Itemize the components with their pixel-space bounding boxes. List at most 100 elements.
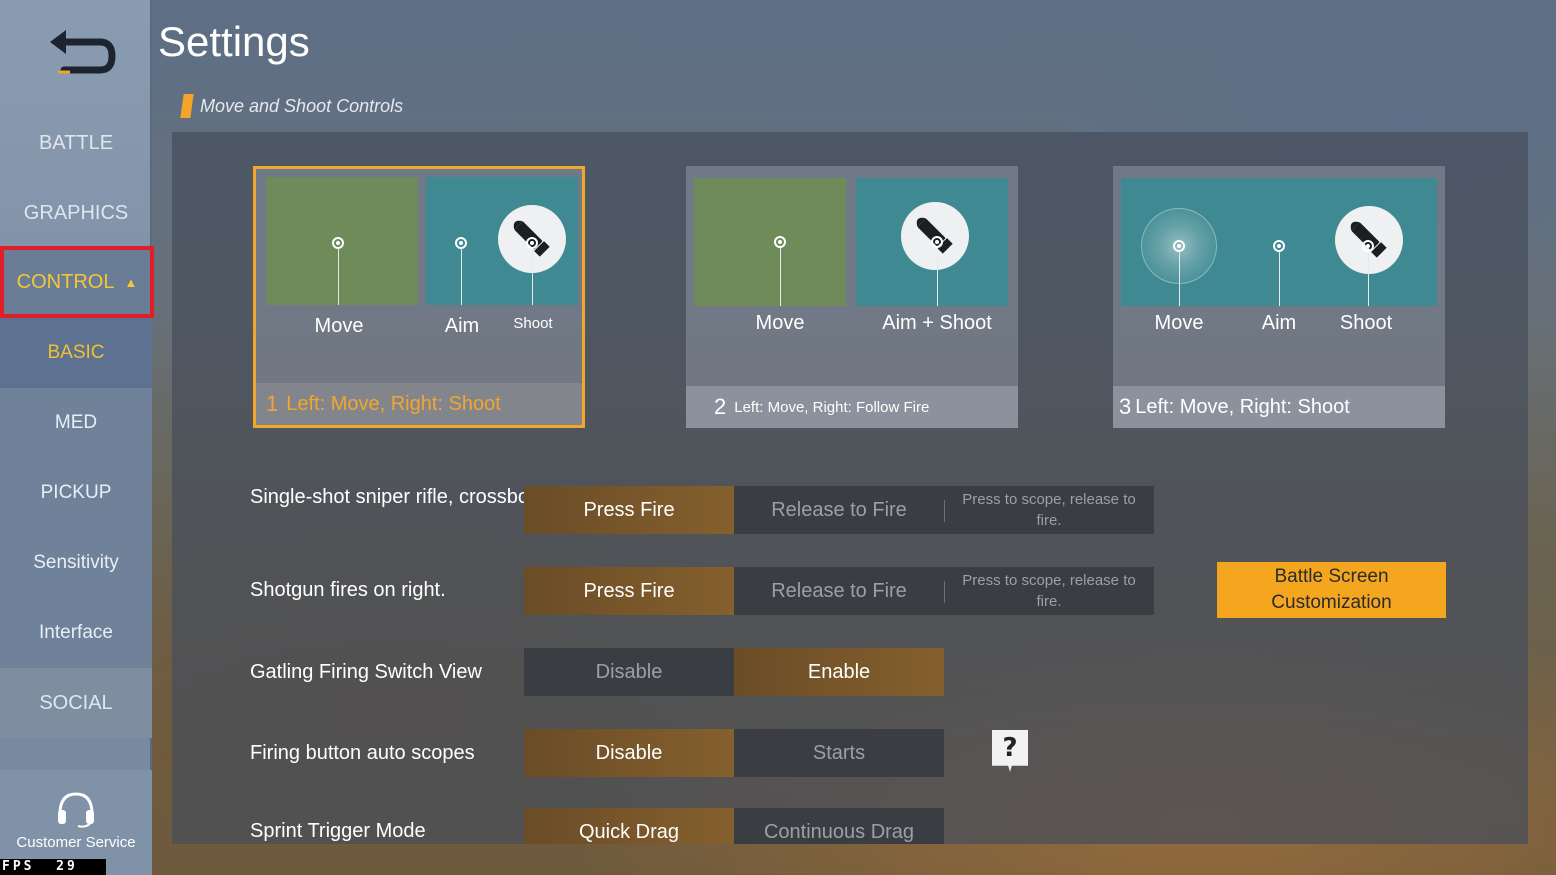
customer-service-label: Customer Service bbox=[16, 834, 136, 851]
question-mark-icon: ? bbox=[1002, 733, 1018, 763]
nav-social[interactable]: SOCIAL bbox=[0, 668, 152, 738]
sprint-quick-drag-option[interactable]: Quick Drag bbox=[524, 808, 734, 844]
nav-med-label: MED bbox=[54, 412, 98, 433]
section-marker bbox=[180, 94, 194, 118]
battle-screen-customization-button[interactable]: Battle Screen Customization bbox=[1217, 562, 1446, 618]
layout-option-3[interactable]: Move Aim Shoot 3 Left: Move, Right: Shoo… bbox=[1113, 166, 1445, 428]
shoot-dot-icon bbox=[526, 237, 538, 249]
headset-icon bbox=[58, 792, 94, 828]
nav-graphics-label: GRAPHICS bbox=[23, 201, 129, 224]
zone-label-shoot: Shoot bbox=[513, 315, 553, 332]
section-heading-text: Move and Shoot Controls bbox=[200, 95, 404, 116]
sprint-continuous-drag-option[interactable]: Continuous Drag bbox=[734, 808, 944, 844]
gatling-enable-option[interactable]: Enable bbox=[734, 648, 944, 696]
aim-shoot-dot-icon bbox=[931, 236, 943, 248]
option-label: Press Fire bbox=[583, 498, 675, 521]
option-label: Release to Fire bbox=[771, 579, 907, 602]
back-button[interactable] bbox=[40, 24, 120, 84]
shoot-stem bbox=[1368, 252, 1369, 306]
layout-number: 3 bbox=[1119, 394, 1132, 419]
zone-label-move: Move bbox=[1154, 312, 1204, 334]
nav-basic-label: BASIC bbox=[47, 342, 105, 363]
move-stem bbox=[780, 248, 781, 306]
nav-control[interactable]: CONTROL ▲ bbox=[0, 246, 154, 318]
gatling-disable-option[interactable]: Disable bbox=[524, 648, 734, 696]
option-label: Disable bbox=[595, 741, 663, 764]
shotgun-scope-release-option[interactable]: Press to scope, release to fire. bbox=[944, 567, 1154, 615]
shoot-dot-icon bbox=[1362, 240, 1374, 252]
zone-label-aim: Aim bbox=[1261, 312, 1297, 334]
aim-dot-icon bbox=[1273, 240, 1285, 252]
shotgun-release-fire-option[interactable]: Release to Fire bbox=[734, 567, 944, 615]
move-zone bbox=[694, 178, 846, 306]
setting-label-auto-scope: Firing button auto scopes bbox=[250, 742, 475, 764]
back-arrow-icon bbox=[50, 30, 116, 74]
zone-label-aim-shoot: Aim + Shoot bbox=[882, 312, 992, 334]
sniper-scope-release-option[interactable]: Press to scope, release to fire. bbox=[944, 486, 1154, 534]
section-heading: Move and Shoot Controls bbox=[180, 94, 404, 118]
aim-stem bbox=[1279, 252, 1280, 306]
zone-label-aim: Aim bbox=[444, 315, 480, 337]
nav-control-label: CONTROL bbox=[16, 270, 115, 293]
nav-pickup-label: PICKUP bbox=[40, 482, 112, 503]
option-label: Press Fire bbox=[583, 579, 675, 602]
aim-stem bbox=[461, 249, 462, 305]
aim-dot-icon bbox=[455, 237, 467, 249]
layout-number: 2 bbox=[714, 394, 727, 419]
move-dot-icon bbox=[332, 237, 344, 249]
separator bbox=[944, 581, 945, 603]
fps-label: FPS bbox=[2, 859, 35, 874]
layout-title-text: Left: Move, Right: Shoot bbox=[286, 392, 501, 415]
nav-interface-label: Interface bbox=[39, 622, 113, 643]
nav-pickup[interactable]: PICKUP bbox=[0, 458, 152, 528]
fps-counter: FPS 29 bbox=[0, 859, 106, 875]
zone-label-move: Move bbox=[314, 315, 364, 337]
setting-label-sprint: Sprint Trigger Mode bbox=[250, 820, 426, 842]
layout-title: 2 Left: Move, Right: Follow Fire bbox=[686, 386, 1018, 428]
zone-label-move: Move bbox=[755, 312, 805, 334]
move-dot-icon bbox=[774, 236, 786, 248]
nav-sensitivity[interactable]: Sensitivity bbox=[0, 528, 152, 598]
sniper-release-fire-option[interactable]: Release to Fire bbox=[734, 486, 944, 534]
nav-social-label: SOCIAL bbox=[39, 691, 113, 714]
aim-shoot-stem bbox=[937, 248, 938, 306]
shoot-stem bbox=[532, 249, 533, 305]
option-label: Press to scope, release to fire. bbox=[962, 572, 1136, 610]
nav-sensitivity-label: Sensitivity bbox=[33, 552, 119, 573]
option-label: Starts bbox=[812, 741, 866, 764]
layout-option-2[interactable]: Move Aim + Shoot 2 Left: Move, Right: Fo… bbox=[686, 166, 1018, 428]
option-label: Enable bbox=[807, 660, 871, 683]
move-stem bbox=[1179, 252, 1180, 306]
layout-title: 1 Left: Move, Right: Shoot bbox=[256, 383, 582, 425]
move-dot-icon bbox=[1173, 240, 1185, 252]
layout-option-1[interactable]: Move Aim Shoot 1 Left: Move, Right: Shoo… bbox=[253, 166, 585, 428]
option-label: Press to scope, release to fire. bbox=[962, 491, 1136, 529]
layout-title-text: Left: Move, Right: Follow Fire bbox=[734, 398, 930, 416]
nav-interface[interactable]: Interface bbox=[0, 598, 152, 668]
auto-scope-disable-option[interactable]: Disable bbox=[524, 729, 734, 777]
auto-scope-starts-option[interactable]: Starts bbox=[734, 729, 944, 777]
nav-med[interactable]: MED bbox=[0, 388, 152, 458]
sidebar: BATTLE GRAPHICS CONTROL ▲ BASIC MED PICK… bbox=[0, 0, 154, 875]
shotgun-press-fire-option[interactable]: Press Fire bbox=[524, 567, 734, 615]
layout-title-text: Left: Move, Right: Shoot bbox=[1135, 395, 1350, 418]
sniper-press-fire-option[interactable]: Press Fire bbox=[524, 486, 734, 534]
nav-graphics[interactable]: GRAPHICS bbox=[0, 178, 152, 248]
fps-value: 29 bbox=[56, 859, 78, 874]
nav-battle[interactable]: BATTLE bbox=[0, 108, 152, 178]
setting-label-shotgun: Shotgun fires on right. bbox=[250, 579, 446, 601]
option-label: Quick Drag bbox=[578, 820, 680, 843]
move-stem bbox=[338, 249, 339, 305]
expand-up-icon: ▲ bbox=[124, 274, 138, 290]
page-title: Settings bbox=[158, 18, 310, 65]
layout-number: 1 bbox=[266, 391, 279, 416]
setting-label-gatling: Gatling Firing Switch View bbox=[250, 661, 482, 683]
option-label: Continuous Drag bbox=[763, 820, 915, 843]
separator bbox=[944, 500, 945, 522]
zone-label-shoot: Shoot bbox=[1339, 312, 1393, 334]
nav-basic[interactable]: BASIC bbox=[0, 318, 152, 388]
option-label: Disable bbox=[595, 660, 663, 683]
nav-battle-label: BATTLE bbox=[38, 131, 114, 154]
layout-title: 3 Left: Move, Right: Shoot bbox=[1113, 386, 1445, 428]
option-label: Release to Fire bbox=[771, 498, 907, 521]
